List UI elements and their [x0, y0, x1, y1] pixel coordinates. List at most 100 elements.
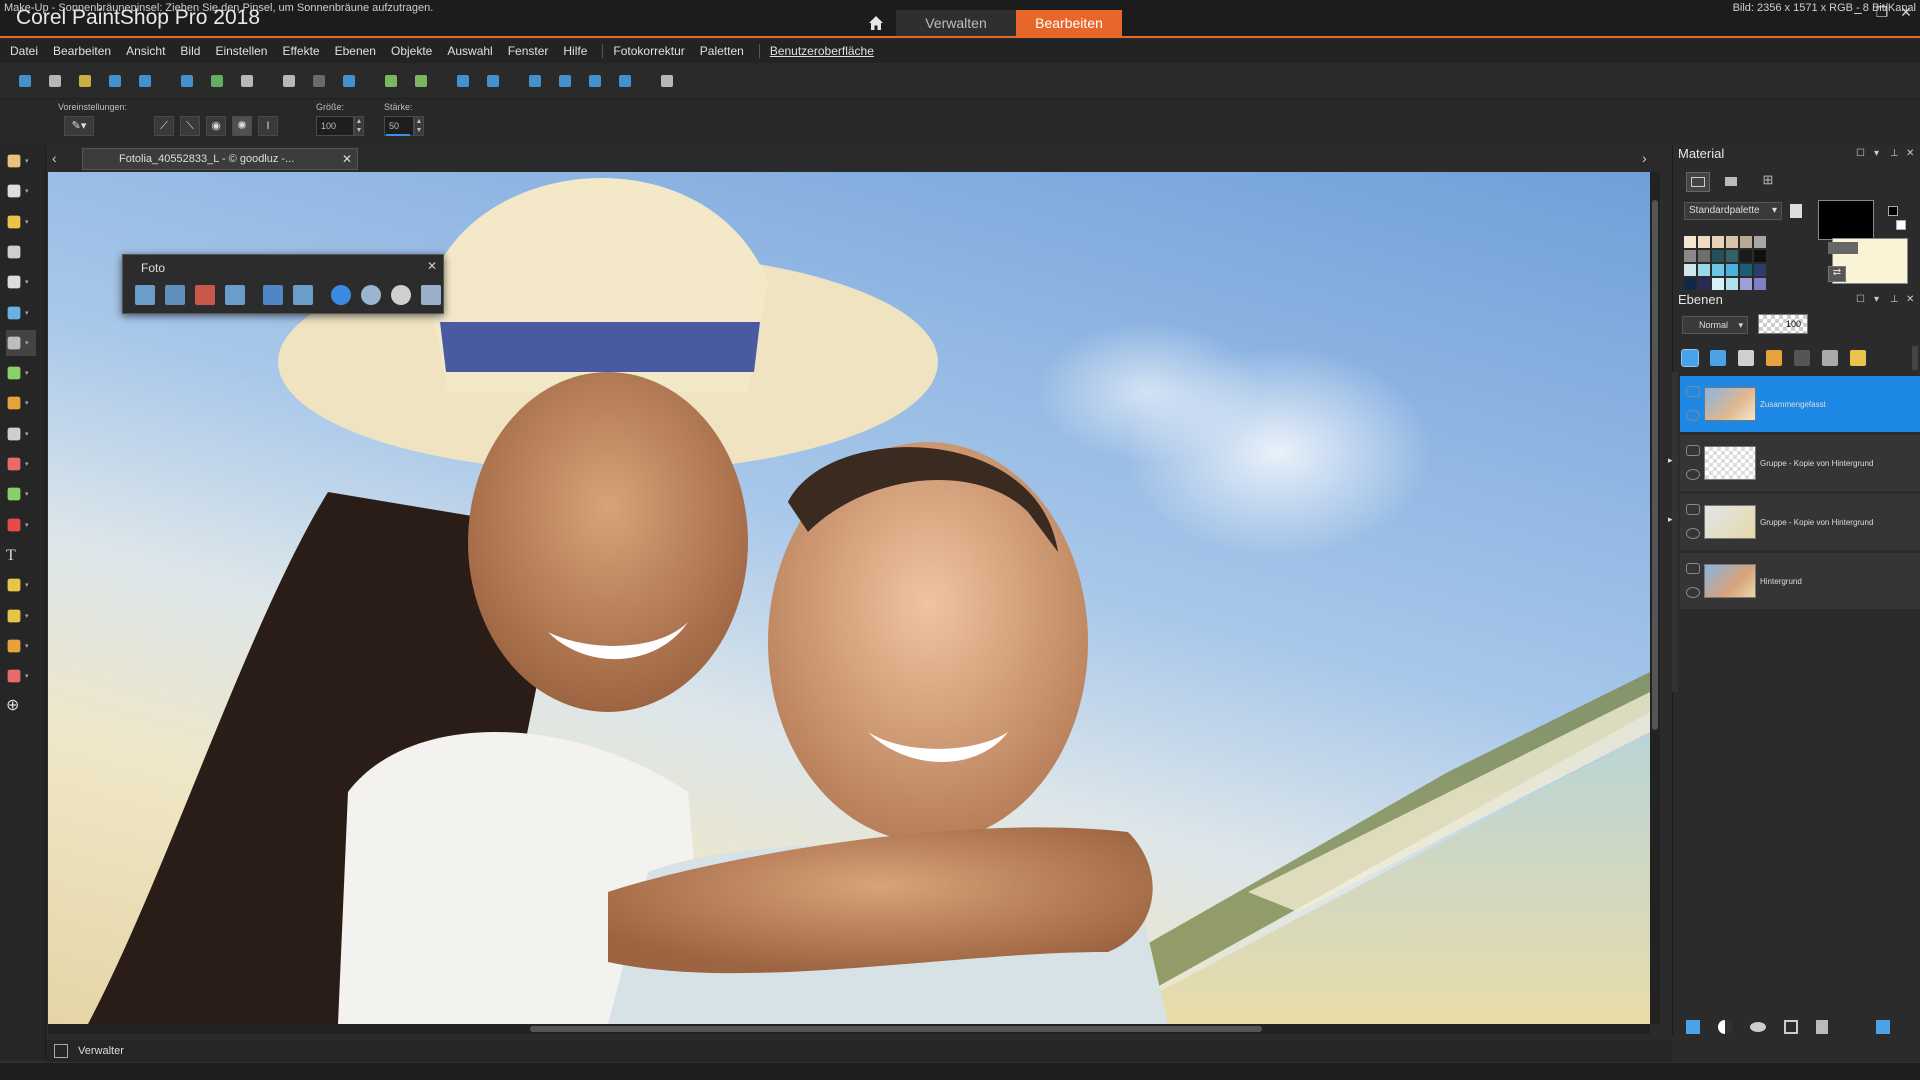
info-icon[interactable]: [452, 70, 474, 92]
menu-help[interactable]: Hilfe: [563, 44, 587, 58]
layer-row[interactable]: Zusammengefasst: [1680, 376, 1920, 432]
fill-light-icon[interactable]: [225, 285, 245, 305]
zoom-in-icon[interactable]: [584, 70, 606, 92]
zoom-out-icon[interactable]: [554, 70, 576, 92]
mode-button-4[interactable]: ✺: [232, 116, 252, 136]
color-swatch[interactable]: [1712, 278, 1724, 290]
vertical-scroll-thumb[interactable]: [1652, 200, 1658, 730]
mode-button-1[interactable]: ⟋: [154, 116, 174, 136]
tool-flyout-icon[interactable]: ▾: [25, 309, 29, 317]
tool-pan[interactable]: ▾: [6, 148, 36, 174]
color-swatch[interactable]: [1712, 236, 1724, 248]
color-swatch[interactable]: [1754, 250, 1766, 262]
mode-button-2[interactable]: ⟍: [180, 116, 200, 136]
color-swatch[interactable]: [1684, 264, 1696, 276]
texture-toggle[interactable]: [1828, 242, 1858, 254]
material-panel-menu-icon[interactable]: ▾: [1874, 148, 1879, 159]
mixer-view-button[interactable]: ⊞: [1756, 172, 1780, 192]
retro-lab-icon[interactable]: [331, 285, 351, 305]
layer-row[interactable]: ▸ Gruppe - Kopie von Hintergrund: [1668, 435, 1920, 491]
swatches-view-button[interactable]: [1686, 172, 1710, 192]
tool-eraser[interactable]: ▾: [6, 451, 36, 477]
palette-doc-icon[interactable]: [1790, 204, 1802, 218]
selective-focus-icon[interactable]: [421, 285, 441, 305]
tool-lasso[interactable]: ▾: [6, 209, 36, 235]
foreground-color[interactable]: [1818, 200, 1874, 240]
document-tab[interactable]: Fotolia_40552833_L - © goodluz -...: [82, 148, 358, 170]
undo-icon[interactable]: [278, 70, 300, 92]
actual-size-icon[interactable]: [524, 70, 546, 92]
scan-icon[interactable]: [104, 70, 126, 92]
new-mask-icon[interactable]: [1766, 350, 1782, 366]
tool-flyout-icon[interactable]: ▾: [25, 612, 29, 620]
mode-button-5[interactable]: I: [258, 116, 278, 136]
fit-window-icon[interactable]: [482, 70, 504, 92]
menu-effects[interactable]: Effekte: [282, 44, 319, 58]
smart-photo-fix-icon[interactable]: [135, 285, 155, 305]
menu-edit[interactable]: Bearbeiten: [53, 44, 111, 58]
color-swatch[interactable]: [1754, 278, 1766, 290]
color-swatch[interactable]: [1754, 236, 1766, 248]
menu-objects[interactable]: Objekte: [391, 44, 432, 58]
layer-row[interactable]: Hintergrund: [1680, 553, 1920, 609]
horizontal-scroll-thumb[interactable]: [530, 1026, 1262, 1032]
redo-icon[interactable]: [308, 70, 330, 92]
tool-flyout-icon[interactable]: ▾: [25, 187, 29, 195]
layer-properties-icon[interactable]: [1876, 1020, 1890, 1034]
strength-input[interactable]: 50: [384, 116, 414, 136]
layers-toolbar-overflow[interactable]: [1912, 346, 1918, 370]
menu-view[interactable]: Ansicht: [126, 44, 165, 58]
color-swatch[interactable]: [1698, 264, 1710, 276]
tool-flyout-icon[interactable]: ▾: [25, 399, 29, 407]
lock-icon[interactable]: [1850, 350, 1866, 366]
tool-crop[interactable]: ▾: [6, 269, 36, 295]
color-swatch[interactable]: [1726, 250, 1738, 262]
material-panel-maximize-icon[interactable]: ☐: [1856, 148, 1865, 159]
resize-icon[interactable]: [338, 70, 360, 92]
layers-panel-maximize-icon[interactable]: ☐: [1856, 294, 1865, 305]
color-swatch[interactable]: [1726, 236, 1738, 248]
tool-flyout-icon[interactable]: ▾: [25, 369, 29, 377]
tool-flyout-icon[interactable]: ▾: [25, 157, 29, 165]
mini-background-swatch[interactable]: [1896, 220, 1906, 230]
layers-panel-pin-icon[interactable]: ⊥: [1890, 294, 1899, 305]
eye-icon[interactable]: [1686, 528, 1700, 539]
color-swatch[interactable]: [1712, 250, 1724, 262]
tool-red-eye[interactable]: ▾: [6, 512, 36, 538]
tool-pen[interactable]: ▾: [6, 603, 36, 629]
tool-paint-brush[interactable]: ▾: [6, 390, 36, 416]
tool-flyout-icon[interactable]: ▾: [25, 278, 29, 286]
swap-colors-button[interactable]: ⇄: [1828, 266, 1846, 282]
frame-view-button[interactable]: [1720, 172, 1744, 192]
tool-dropper[interactable]: [6, 239, 36, 265]
menu-window[interactable]: Fenster: [508, 44, 549, 58]
color-swatch[interactable]: [1698, 278, 1710, 290]
tool-fill[interactable]: ▾: [6, 421, 36, 447]
new-raster-layer-icon[interactable]: [1681, 349, 1699, 367]
grid-icon[interactable]: [44, 70, 66, 92]
eye-mask-icon[interactable]: [1750, 1022, 1766, 1032]
tool-flyout-icon[interactable]: ▾: [25, 430, 29, 438]
new-layer-icon[interactable]: [1686, 1020, 1700, 1034]
tool-flyout-icon[interactable]: ▾: [25, 460, 29, 468]
brush-mask-icon[interactable]: [1718, 1020, 1732, 1034]
color-swatch[interactable]: [1740, 264, 1752, 276]
size-input[interactable]: 100: [316, 116, 354, 136]
color-swatch[interactable]: [1684, 278, 1696, 290]
palette-select[interactable]: Standardpalette ▾: [1684, 202, 1782, 220]
menu-adjust[interactable]: Einstellen: [215, 44, 267, 58]
color-swatch[interactable]: [1754, 264, 1766, 276]
strength-stepper[interactable]: ▲ ▼: [414, 116, 424, 136]
home-button[interactable]: [858, 10, 894, 36]
zoom-fit-icon[interactable]: [614, 70, 636, 92]
size-stepper[interactable]: ▲ ▼: [354, 116, 364, 136]
tool-flyout-icon[interactable]: ▾: [25, 672, 29, 680]
color-swatch[interactable]: [1740, 236, 1752, 248]
tool-add-tool[interactable]: ⊕: [6, 693, 36, 719]
blend-mode-select[interactable]: Normal ▾: [1682, 316, 1748, 334]
new-adjustment-layer-icon[interactable]: [1738, 350, 1754, 366]
color-swatch[interactable]: [1698, 250, 1710, 262]
eye-icon[interactable]: [1686, 410, 1700, 421]
layers-scrollbar[interactable]: [1672, 372, 1678, 692]
expand-group-icon[interactable]: ▸: [1668, 514, 1673, 525]
